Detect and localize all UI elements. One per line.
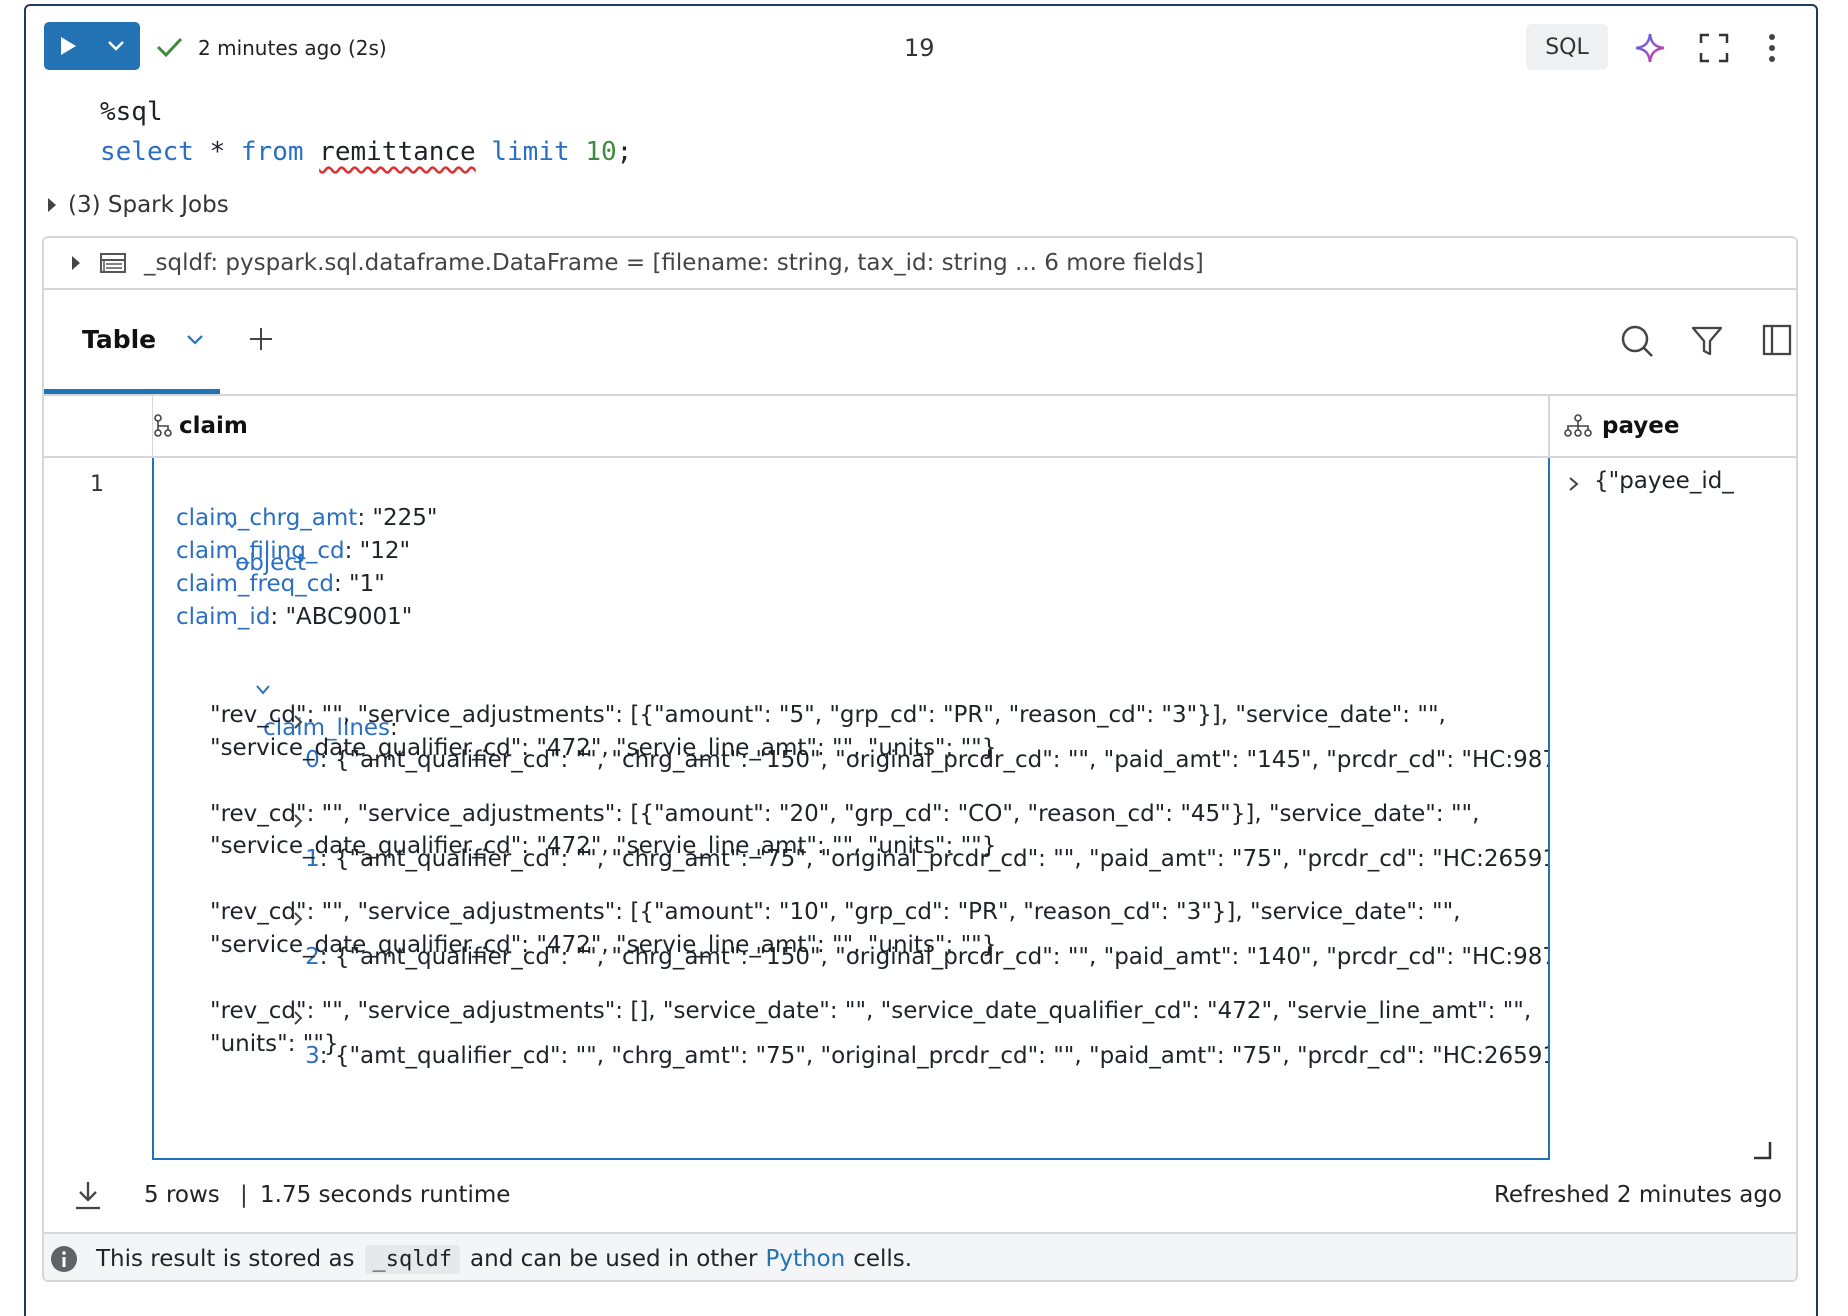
add-visualization-icon[interactable] (248, 326, 274, 352)
column-header-payee-label: payee (1602, 413, 1680, 439)
resize-handle-icon[interactable] (1752, 1140, 1772, 1160)
code-line-query: select * from remittance limit 10; (100, 137, 633, 167)
struct-type-icon (1564, 414, 1592, 437)
table-header-row: claim payee (44, 396, 1796, 458)
chevron-down-icon (108, 41, 124, 51)
info-text-before: This result is stored as (96, 1246, 355, 1272)
chevron-right-icon[interactable] (1568, 476, 1580, 492)
run-button-group (44, 22, 140, 70)
download-icon[interactable] (74, 1180, 102, 1210)
table-body: 1 object claim_chrg_amt: "225" claim_fil… (44, 458, 1796, 1160)
struct-type-icon (154, 414, 172, 437)
notebook-cell: 2 minutes ago (2s) 19 SQL %sql select * … (24, 4, 1818, 1316)
chevron-down-icon[interactable] (186, 334, 204, 346)
expand-triangle-icon (72, 256, 80, 270)
refreshed-text: Refreshed 2 minutes ago (1493, 1182, 1782, 1208)
run-options-dropdown[interactable] (92, 22, 140, 70)
success-check-icon (156, 37, 183, 58)
claim-line-continuation: "rev_cd": "", "service_adjustments": [],… (210, 998, 1532, 1024)
ai-assistant-sparkle-icon[interactable] (1634, 32, 1666, 64)
row-number: 1 (90, 472, 104, 497)
search-icon[interactable] (1620, 324, 1654, 358)
payee-cell[interactable]: {"payee_id_ (1550, 458, 1796, 1158)
spark-jobs-toggle[interactable]: (3) Spark Jobs (48, 192, 229, 218)
runtime-text: 1.75 seconds runtime (260, 1182, 511, 1208)
info-text-after: cells. (853, 1246, 913, 1272)
code-editor[interactable]: %sql select * from remittance limit 10; (100, 92, 632, 172)
language-selector[interactable]: SQL (1526, 24, 1608, 70)
filter-icon[interactable] (1690, 324, 1724, 358)
claim-cell-expanded[interactable]: object claim_chrg_amt: "225" claim_filin… (152, 458, 1550, 1160)
dataframe-schema-text: _sqldf: pyspark.sql.dataframe.DataFrame … (144, 250, 1204, 276)
cell-number: 19 (904, 34, 935, 62)
claim-line-item[interactable]: 3: {"amt_qualifier_cd": "", "chrg_amt": … (220, 959, 1548, 1115)
column-header-payee[interactable]: payee (1548, 396, 1796, 456)
column-header-claim-label: claim (179, 413, 248, 439)
footer-separator: | (240, 1182, 248, 1208)
run-status-text: 2 minutes ago (2s) (198, 36, 387, 60)
dataframe-schema-bar[interactable]: _sqldf: pyspark.sql.dataframe.DataFrame … (44, 238, 1796, 290)
info-banner: This result is stored as _sqldf and can … (44, 1234, 1796, 1280)
info-text-middle: and can be used in other (470, 1246, 758, 1272)
result-panel: _sqldf: pyspark.sql.dataframe.DataFrame … (42, 236, 1798, 1282)
info-icon (51, 1246, 77, 1272)
column-header-claim[interactable]: claim (152, 396, 1548, 456)
tab-table[interactable]: Table (44, 290, 220, 394)
run-cell-button[interactable] (44, 22, 92, 70)
play-icon (61, 37, 76, 55)
python-link[interactable]: Python (765, 1246, 845, 1272)
claim-line-continuation: "units": ""} (210, 1031, 339, 1057)
result-tabs-bar: Table (44, 290, 1796, 396)
expand-triangle-icon (48, 198, 56, 212)
table-name-token: remittance (319, 137, 476, 167)
more-options-icon[interactable] (1762, 32, 1782, 64)
side-panel-icon[interactable] (1762, 324, 1792, 356)
tab-table-label: Table (82, 325, 157, 354)
result-footer: 5 rows | 1.75 seconds runtime Refreshed … (44, 1158, 1796, 1234)
row-count: 5 rows (144, 1182, 220, 1208)
variable-name-chip: _sqldf (364, 1244, 461, 1274)
payee-preview: {"payee_id_ (1594, 468, 1734, 494)
fullscreen-icon[interactable] (1698, 32, 1730, 64)
code-line-magic: %sql (100, 97, 163, 127)
table-icon (100, 253, 126, 273)
spark-jobs-label: (3) Spark Jobs (68, 192, 229, 218)
